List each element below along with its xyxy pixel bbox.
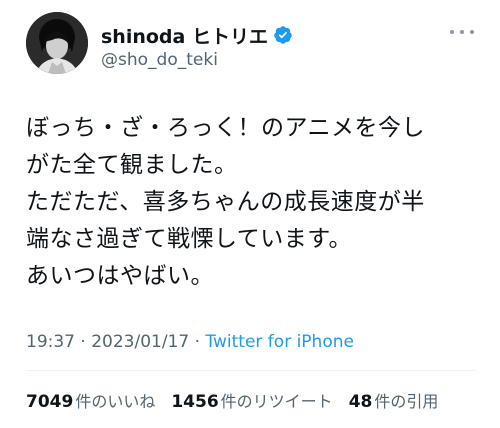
meta-separator: · bbox=[80, 332, 86, 352]
tweet-text-line: あいつはやばい。 bbox=[26, 263, 214, 289]
user-handle[interactable]: @sho_do_teki bbox=[101, 50, 218, 70]
tweet-text-line: 端なさ過ぎて戦慄しています。 bbox=[26, 226, 353, 252]
tweet-time[interactable]: 19:37 bbox=[26, 332, 75, 352]
divider bbox=[26, 370, 476, 371]
tweet-text-line: ただただ、喜多ちゃんの成長速度が半 bbox=[26, 189, 425, 215]
tweet-text-line: ぼっち・ざ・ろっく！のアニメを今し bbox=[26, 115, 426, 141]
retweets-label: 件のリツイート bbox=[220, 392, 333, 411]
dot bbox=[470, 30, 474, 34]
meta-separator: · bbox=[194, 332, 201, 352]
display-name[interactable]: shinoda ヒトリエ bbox=[101, 22, 268, 49]
dot bbox=[450, 30, 454, 34]
likes-count: 7049 bbox=[26, 392, 74, 412]
tweet-meta: 19:37 · 2023/01/17 · Twitter for iPhone bbox=[26, 332, 354, 352]
dot bbox=[460, 30, 464, 34]
engagement-stats: 7049 件のいいね 1456 件のリツイート 48 件の引用 bbox=[26, 388, 454, 412]
tweet-text: ぼっち・ざ・ろっく！のアニメを今し がた全て観ました。 ただただ、喜多ちゃんの成… bbox=[26, 110, 486, 295]
more-options-icon[interactable] bbox=[450, 26, 474, 38]
user-name-row: shinoda ヒトリエ bbox=[101, 22, 293, 48]
verified-badge-icon bbox=[273, 25, 293, 45]
quotes-label: 件の引用 bbox=[374, 392, 439, 411]
retweets-count: 1456 bbox=[171, 392, 219, 412]
tweet-date[interactable]: 2023/01/17 bbox=[91, 332, 189, 352]
avatar[interactable] bbox=[26, 12, 88, 74]
tweet-source-link[interactable]: Twitter for iPhone bbox=[205, 332, 354, 352]
retweets-stat[interactable]: 1456 件のリツイート bbox=[171, 388, 332, 412]
likes-label: 件のいいね bbox=[75, 392, 156, 411]
likes-stat[interactable]: 7049 件のいいね bbox=[26, 388, 155, 412]
quotes-stat[interactable]: 48 件の引用 bbox=[349, 388, 439, 412]
quotes-count: 48 bbox=[348, 392, 373, 412]
tweet-text-line: がた全て観ました。 bbox=[26, 152, 238, 178]
avatar-image bbox=[26, 12, 88, 74]
